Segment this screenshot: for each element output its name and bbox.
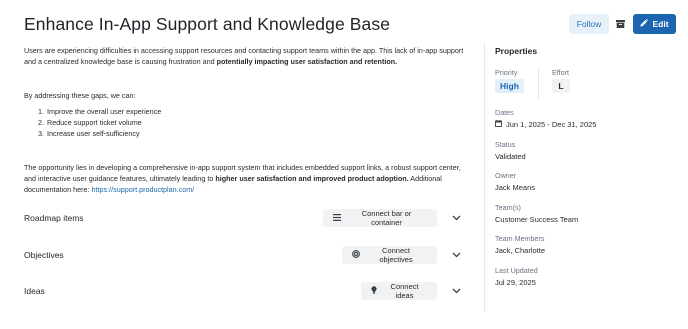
- effort-label: Effort: [552, 68, 570, 77]
- teams-value[interactable]: Customer Success Team: [495, 215, 578, 224]
- description-paragraph-3: The opportunity lies in developing a com…: [24, 163, 461, 195]
- dates-value-row[interactable]: Jun 1, 2025 - Dec 31, 2025: [495, 120, 596, 129]
- last-updated-label: Last Updated: [495, 266, 538, 275]
- team-members-value[interactable]: Jack, Charlotte: [495, 246, 545, 255]
- objectives-section: Objectives Connect objectives: [24, 244, 466, 266]
- list-icon: [333, 213, 341, 223]
- effort-badge[interactable]: L: [552, 79, 570, 93]
- team-members-label: Team Members: [495, 234, 545, 243]
- connect-ideas-button[interactable]: Connect ideas: [361, 282, 437, 300]
- archive-icon[interactable]: [613, 16, 627, 32]
- list-item: 2. Reduce support ticket volume: [38, 118, 142, 128]
- priority-label: Priority: [495, 68, 518, 77]
- list-item: 1. Improve the overall user experience: [38, 107, 162, 116]
- ideas-section: Ideas Connect ideas: [24, 280, 466, 302]
- owner-label: Owner: [495, 171, 517, 180]
- dates-value: Jun 1, 2025 - Dec 31, 2025: [506, 120, 597, 129]
- ideas-title: Ideas: [24, 286, 45, 296]
- dates-label: Dates: [495, 108, 514, 117]
- description-paragraph-2: By addressing these gaps, we can:: [24, 91, 136, 100]
- chevron-down-icon[interactable]: [450, 249, 462, 261]
- edit-button[interactable]: Edit: [633, 14, 676, 34]
- calendar-icon: [495, 120, 502, 129]
- page-title: Enhance In-App Support and Knowledge Bas…: [24, 14, 391, 34]
- chevron-down-icon[interactable]: [450, 285, 462, 297]
- priority-effort-divider: [538, 68, 539, 99]
- panel-divider: [484, 42, 485, 312]
- connect-objectives-button[interactable]: Connect objectives: [342, 246, 437, 264]
- goals-list: 1. Improve the overall user experience 2.…: [38, 106, 161, 140]
- connect-bar-button[interactable]: Connect bar or container: [323, 209, 437, 227]
- priority-badge[interactable]: High: [495, 79, 524, 93]
- edit-label: Edit: [652, 19, 669, 29]
- owner-value[interactable]: Jack Means: [495, 183, 535, 192]
- list-item: 3. Increase user self-sufficiency: [38, 129, 140, 139]
- follow-button[interactable]: Follow: [569, 14, 609, 34]
- chevron-down-icon[interactable]: [450, 212, 462, 224]
- properties-title: Properties: [495, 46, 538, 56]
- lightbulb-icon: [371, 286, 377, 296]
- objectives-title: Objectives: [24, 250, 64, 260]
- status-value[interactable]: Validated: [495, 152, 526, 161]
- status-label: Status: [495, 140, 516, 149]
- description-paragraph-1: Users are experiencing difficulties in a…: [24, 46, 464, 67]
- target-icon: [352, 250, 360, 260]
- last-updated-value: Jul 29, 2025: [495, 278, 536, 287]
- pencil-icon: [640, 18, 649, 29]
- documentation-link[interactable]: https://support.productplan.com/: [92, 185, 195, 194]
- roadmap-items-section: Roadmap items Connect bar or container: [24, 207, 466, 229]
- teams-label: Team(s): [495, 203, 521, 212]
- roadmap-items-title: Roadmap items: [24, 213, 84, 223]
